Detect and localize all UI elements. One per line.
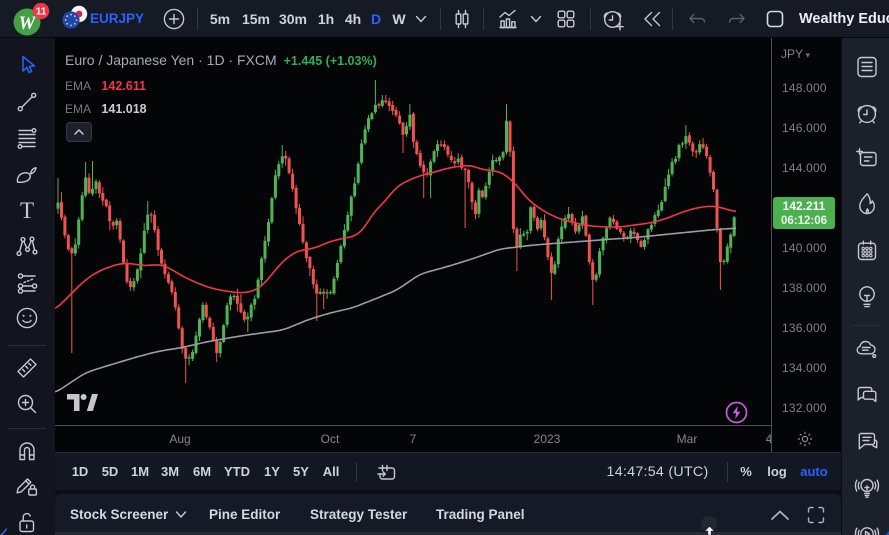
svg-text:W: W — [19, 13, 37, 34]
svg-text:11: 11 — [36, 7, 47, 18]
